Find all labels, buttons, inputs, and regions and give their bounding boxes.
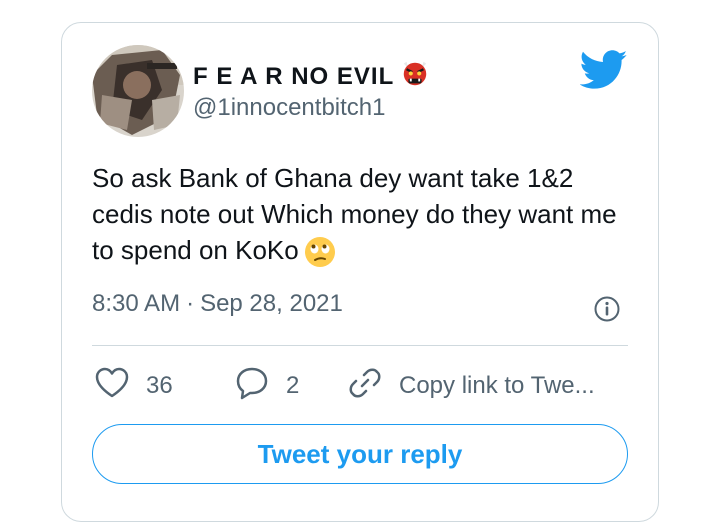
display-name[interactable]: F E A R NO EVIL	[193, 58, 430, 95]
tweet-timestamp[interactable]: 8:30 AM · Sep 28, 2021	[92, 290, 343, 318]
ogre-emoji-icon	[400, 58, 430, 95]
speech-bubble-icon	[232, 363, 272, 410]
tweet-text-content: So ask Bank of Ghana dey want take 1&2 c…	[92, 163, 617, 265]
tweet-your-reply-button[interactable]: Tweet your reply	[92, 424, 628, 484]
like-count: 36	[146, 372, 173, 399]
tweet-date: Sep 28, 2021	[200, 290, 343, 317]
like-button[interactable]: 36	[92, 364, 173, 408]
copy-link-button[interactable]: Copy link to Twe...	[345, 364, 595, 408]
heart-icon	[92, 363, 132, 410]
tweet-actions: 36 2 Copy link to Twe...	[92, 364, 637, 408]
twitter-bird-icon[interactable]	[579, 50, 628, 90]
reply-count-button[interactable]: 2	[232, 364, 299, 408]
tweet-time: 8:30 AM	[92, 290, 181, 317]
divider	[92, 345, 628, 346]
display-name-text: F E A R NO EVIL	[193, 62, 395, 90]
meta-separator: ·	[186, 290, 195, 317]
info-icon[interactable]	[593, 295, 621, 323]
reply-count: 2	[286, 372, 300, 399]
avatar[interactable]	[92, 45, 184, 137]
tweet-text: So ask Bank of Ghana dey want take 1&2 c…	[92, 160, 632, 269]
link-icon	[345, 363, 385, 410]
user-handle[interactable]: @1innocentbitch1	[193, 94, 386, 122]
rolling-eyes-emoji-icon	[303, 235, 337, 269]
copy-link-label: Copy link to Twe...	[399, 372, 595, 399]
